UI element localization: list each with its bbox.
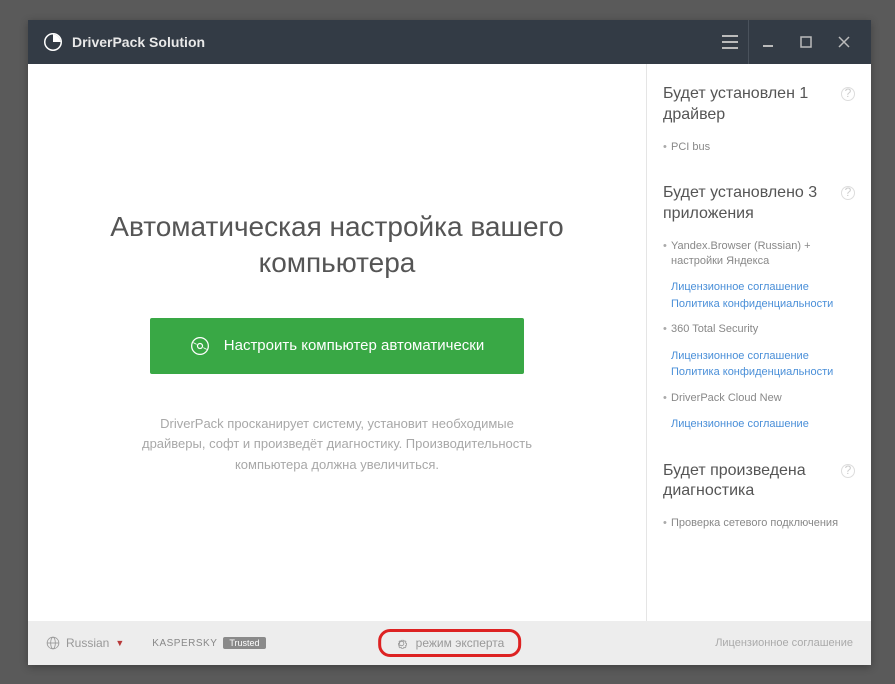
footer: Russian ▼ KASPERSKY Trusted режим экспер…: [28, 621, 871, 665]
maximize-icon: [799, 35, 813, 49]
apps-title: Будет установлено 3 приложения: [663, 183, 835, 225]
expert-label: режим эксперта: [416, 636, 505, 650]
globe-icon: [46, 636, 60, 650]
disc-icon: [190, 336, 210, 356]
maximize-button[interactable]: [787, 20, 825, 64]
kaspersky-label: KASPERSKY: [152, 638, 217, 649]
diag-title: Будет произведена диагностика: [663, 461, 835, 503]
menu-button[interactable]: [711, 20, 749, 64]
expert-mode-button[interactable]: режим эксперта: [378, 629, 522, 657]
app-item: Yandex.Browser (Russian) + настройки Янд…: [663, 239, 855, 313]
trusted-badge: KASPERSKY Trusted: [152, 637, 265, 649]
app-window: DriverPack Solution Автоматическая настр…: [28, 20, 871, 665]
app-item: 360 Total Security Лицензионное соглашен…: [663, 322, 855, 380]
license-link[interactable]: Лицензионное соглашение: [663, 279, 855, 296]
driver-item: PCI bus: [663, 140, 855, 155]
language-label: Russian: [66, 636, 109, 650]
help-icon[interactable]: ?: [841, 464, 855, 478]
license-link[interactable]: Лицензионное соглашение: [663, 416, 855, 433]
license-link[interactable]: Лицензионное соглашение: [663, 348, 855, 365]
diagnostics-section: Будет произведена диагностика ? Проверка…: [663, 461, 855, 532]
main-panel: Автоматическая настройка вашего компьюте…: [28, 64, 646, 621]
titlebar: DriverPack Solution: [28, 20, 871, 64]
app-item: DriverPack Cloud New Лицензионное соглаш…: [663, 391, 855, 433]
app-logo: DriverPack Solution: [44, 33, 205, 51]
cta-label: Настроить компьютер автоматически: [224, 337, 484, 354]
privacy-link[interactable]: Политика конфиденциальности: [663, 296, 855, 313]
drivers-section: Будет установлен 1 драйвер ? PCI bus: [663, 84, 855, 155]
apps-section: Будет установлено 3 приложения ? Yandex.…: [663, 183, 855, 433]
chevron-down-icon: ▼: [115, 638, 124, 648]
app-name: DriverPack Cloud New: [663, 391, 855, 406]
privacy-link[interactable]: Политика конфиденциальности: [663, 364, 855, 381]
main-description: DriverPack просканирует систему, установ…: [127, 414, 547, 476]
sidebar: Будет установлен 1 драйвер ? PCI bus Буд…: [646, 64, 871, 621]
help-icon[interactable]: ?: [841, 87, 855, 101]
minimize-button[interactable]: [749, 20, 787, 64]
auto-setup-button[interactable]: Настроить компьютер автоматически: [150, 318, 524, 374]
app-name: 360 Total Security: [663, 322, 855, 337]
drivers-title: Будет установлен 1 драйвер: [663, 84, 835, 126]
logo-icon: [44, 33, 62, 51]
language-selector[interactable]: Russian ▼: [46, 636, 124, 650]
license-agreement-link[interactable]: Лицензионное соглашение: [715, 637, 853, 649]
app-title: DriverPack Solution: [72, 34, 205, 50]
main-title: Автоматическая настройка вашего компьюте…: [88, 209, 586, 282]
help-icon[interactable]: ?: [841, 186, 855, 200]
trusted-text: Trusted: [223, 637, 265, 649]
diag-item: Проверка сетевого подключения: [663, 516, 855, 531]
gear-icon: [395, 637, 408, 650]
app-name: Yandex.Browser (Russian) + настройки Янд…: [663, 239, 855, 270]
minimize-icon: [761, 35, 775, 49]
hamburger-icon: [722, 35, 738, 49]
close-icon: [837, 35, 851, 49]
close-button[interactable]: [825, 20, 863, 64]
